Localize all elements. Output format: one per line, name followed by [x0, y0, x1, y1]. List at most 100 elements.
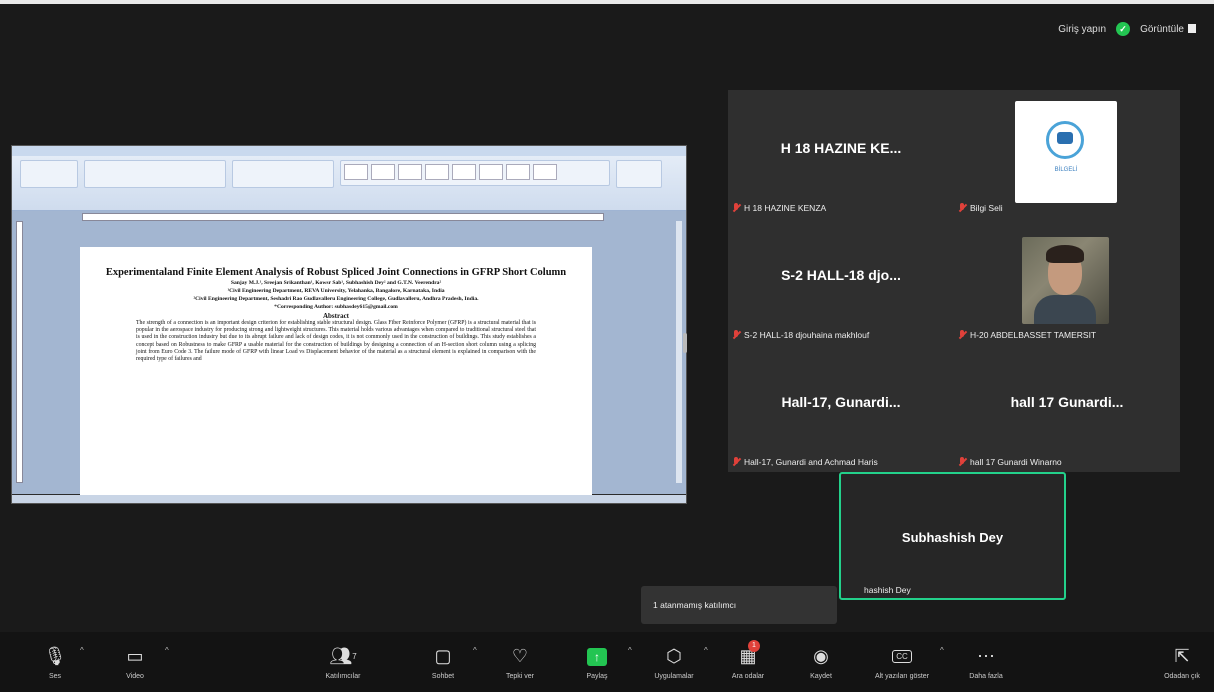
more-label: Daha fazla [969, 672, 1003, 680]
participants-label: Katılımcılar [325, 672, 361, 680]
top-right-controls: Giriş yapın ✓ Görüntüle [1058, 22, 1196, 36]
document-page: Experimentaland Finite Element Analysis … [80, 247, 592, 495]
split-drag-handle[interactable] [683, 333, 687, 353]
participant-name-large: Hall-17, Gunardi... [781, 394, 901, 410]
participants-button[interactable]: 👥︎ 7 Katılımcılar [318, 632, 368, 692]
participant-name-large: S-2 HALL-18 djo... [781, 267, 901, 283]
ribbon-paragraph-group [232, 160, 334, 188]
mic-muted-icon [958, 457, 966, 467]
apps-label: Uygulamalar [654, 672, 694, 680]
mic-muted-icon: 🎙︎ [43, 646, 67, 666]
participant-name: Bilgi Seli [970, 203, 1003, 213]
participant-caption: Bilgi Seli [958, 203, 1003, 213]
style-swatch [398, 164, 422, 180]
participants-count: 7 [352, 652, 357, 661]
view-button[interactable]: Görüntüle [1140, 24, 1196, 35]
video-button[interactable]: ▭ Video [118, 632, 152, 692]
leave-room-button[interactable]: ⇱ Odadan çık [1160, 632, 1204, 692]
mic-muted-icon [958, 330, 966, 340]
leave-door-icon: ⇱ [1174, 646, 1190, 666]
style-swatch [452, 164, 476, 180]
photo-hair [1046, 245, 1084, 263]
apps-button[interactable]: ⬡ Uygulamalar [652, 632, 696, 692]
more-dots-icon: ⋯ [977, 646, 995, 666]
chat-options-chevron-icon[interactable]: ^ [473, 646, 477, 655]
record-icon: ◉ [813, 646, 829, 666]
participant-name-large: H 18 HAZINE KE... [780, 140, 902, 156]
mic-muted-icon [732, 457, 740, 467]
paper-corresponding: *Corresponding Author: subhasdey615@gmai… [274, 304, 398, 310]
word-title-bar [12, 146, 686, 156]
participant-tile[interactable]: S-2 HALL-18 djo... S-2 HALL-18 djouhaina… [728, 217, 954, 344]
video-options-chevron-icon[interactable]: ^ [165, 646, 169, 655]
share-label: Paylaş [586, 672, 608, 680]
top-edge-strip [0, 0, 1214, 4]
participant-caption: hall 17 Gunardi Winarno [958, 457, 1062, 467]
mic-muted-icon [732, 330, 740, 340]
word-ribbon [12, 156, 686, 211]
horizontal-ruler [82, 213, 604, 221]
captions-label: Alt yazıları göster [874, 672, 930, 680]
view-grid-icon [1188, 24, 1196, 34]
participant-photo-avatar [1022, 237, 1109, 324]
participant-name: S-2 HALL-18 djouhaina makhlouf [744, 330, 870, 340]
captions-options-chevron-icon[interactable]: ^ [940, 646, 944, 655]
participant-caption: H 18 HAZINE KENZA [732, 203, 826, 213]
record-button[interactable]: ◉ Kaydet [804, 632, 838, 692]
encryption-shield-icon[interactable]: ✓ [1116, 22, 1131, 36]
breakout-label: Ara odalar [731, 672, 765, 680]
chat-icon: ▢ [434, 646, 452, 666]
captions-button[interactable]: CC Alt yazıları göster [864, 632, 940, 692]
record-label: Kaydet [810, 672, 832, 680]
participant-tile[interactable]: Hall-17, Gunardi... Hall-17, Gunardi and… [728, 344, 954, 471]
apps-options-chevron-icon[interactable]: ^ [704, 646, 708, 655]
react-label: Tepki ver [505, 672, 534, 680]
participant-tile[interactable]: H 18 HAZINE KE... H 18 HAZINE KENZA [728, 90, 954, 217]
participant-name: H-20 ABDELBASSET TAMERSIT [970, 330, 1097, 340]
audio-label: Ses [48, 672, 62, 680]
active-speaker-tile[interactable]: Subhashish Dey hashish Dey [839, 472, 1066, 600]
style-swatch [344, 164, 368, 180]
chat-button[interactable]: ▢ Sohbet [426, 632, 460, 692]
photo-shirt [1034, 295, 1096, 324]
ribbon-font-group [84, 160, 226, 188]
style-swatch [425, 164, 449, 180]
leave-label: Odadan çık [1164, 672, 1200, 680]
ribbon-editing-group [616, 160, 662, 188]
cc-icon: CC [892, 645, 912, 669]
share-screen-icon: ↑ [587, 645, 607, 669]
paper-affiliation-2: ²Civil Engineering Department, Seshadri … [193, 296, 479, 302]
participant-caption: Hall-17, Gunardi and Achmad Haris [732, 457, 878, 467]
abstract-text: The strength of a connection is an impor… [136, 320, 536, 363]
audio-options-chevron-icon[interactable]: ^ [80, 646, 84, 655]
view-label: Görüntüle [1140, 23, 1184, 35]
share-options-chevron-icon[interactable]: ^ [628, 646, 632, 655]
participant-tile[interactable]: hall 17 Gunardi... hall 17 Gunardi Winar… [954, 344, 1180, 471]
mic-muted-icon [732, 203, 740, 213]
react-button[interactable]: ♡ Tepki ver [500, 632, 540, 692]
style-swatch [371, 164, 395, 180]
more-button[interactable]: ⋯ Daha fazla [964, 632, 1008, 692]
abstract-heading: Abstract [322, 312, 350, 320]
participant-name: Hall-17, Gunardi and Achmad Haris [744, 457, 878, 467]
ribbon-styles-group [340, 160, 610, 186]
style-swatch [479, 164, 503, 180]
participants-icon: 👥︎ 7 [329, 646, 357, 666]
style-swatch [533, 164, 557, 180]
logo-book-icon [1057, 132, 1073, 144]
share-button[interactable]: ↑ Paylaş [582, 632, 612, 692]
active-speaker-caption: hashish Dey [864, 585, 911, 595]
audio-button[interactable]: 🎙︎ Ses [40, 632, 70, 692]
document-scrollbar [676, 221, 682, 483]
unassigned-participants-toast[interactable]: 1 atanmamış katılımcı [641, 586, 837, 624]
paper-authors: Sanjay M.J.¹, Sreejan Srikanthan¹, Kowsr… [230, 280, 442, 286]
ribbon-clipboard-group [20, 160, 78, 188]
breakout-rooms-button[interactable]: ▦ 1 Ara odalar [726, 632, 770, 692]
document-area: Experimentaland Finite Element Analysis … [12, 211, 686, 495]
breakout-notification-badge: 1 [748, 640, 760, 652]
apps-icon: ⬡ [666, 646, 682, 666]
participant-logo-avatar: BİLGELİ [1015, 101, 1117, 203]
login-link[interactable]: Giriş yapın [1058, 24, 1106, 35]
video-label: Video [126, 672, 144, 680]
participant-caption: H-20 ABDELBASSET TAMERSIT [958, 330, 1096, 340]
